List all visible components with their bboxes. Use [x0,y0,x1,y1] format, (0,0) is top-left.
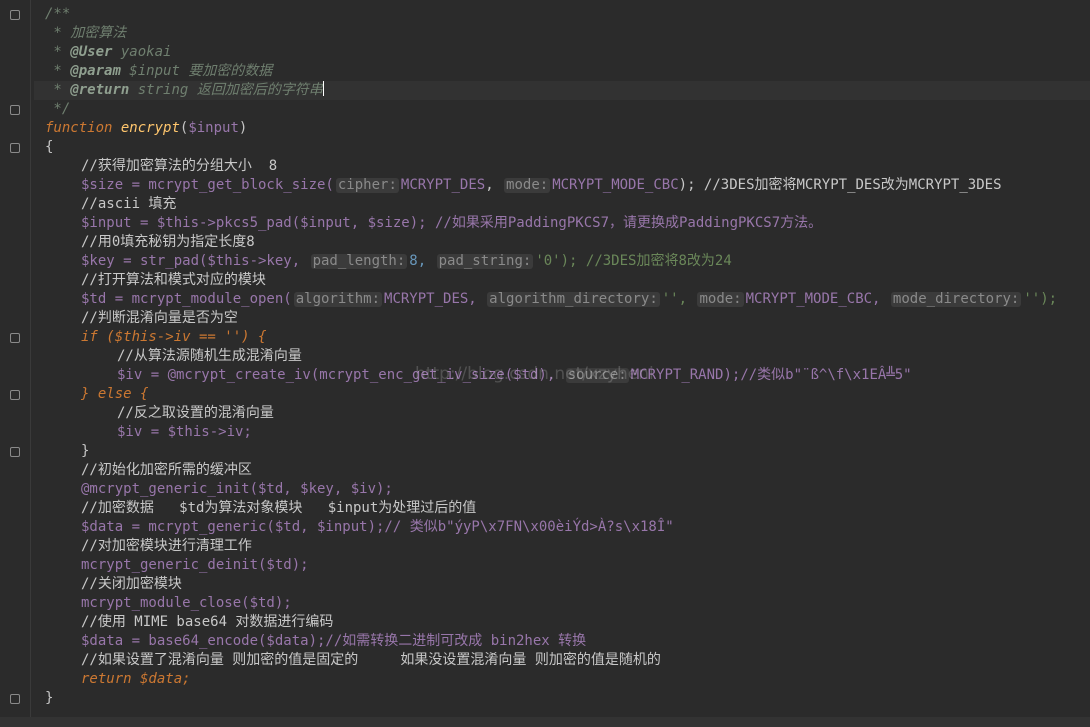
code-line: //反之取设置的混淆向量 [117,405,274,421]
code-line: $data = mcrypt_generic($td, $input);// 类… [81,519,674,535]
param-hint: mode_directory: [890,291,1022,307]
code-line: mcrypt_generic_deinit($td); [81,557,309,573]
code-line: * @param $input 要加密的数据 [45,63,273,79]
param-hint: pad_string: [436,253,534,269]
param-hint: source: [565,367,629,383]
code-line: //对加密模块进行清理工作 [81,538,252,554]
param-hint: algorithm: [293,291,383,307]
code-line: $iv = @mcrypt_create_iv(mcrypt_enc_get_i… [117,367,912,383]
fold-icon[interactable] [10,333,20,343]
code-line: { [45,139,54,155]
code-line: } else { [81,386,149,402]
code-line: * 加密算法 [45,25,127,41]
param-hint: pad_length: [310,253,408,269]
code-editor[interactable]: /** * 加密算法 * @User yaokai * @param $inpu… [34,5,1090,708]
code-line: //初始化加密所需的缓冲区 [81,462,252,478]
fold-icon[interactable] [10,694,20,704]
text-caret [322,81,324,96]
code-line: */ [45,101,71,117]
code-line: * @User yaokai [45,44,172,60]
param-hint: algorithm_directory: [487,291,660,307]
fold-icon[interactable] [10,105,20,115]
code-line: //获得加密算法的分组大小 8 [81,158,278,174]
code-line: } [45,690,54,706]
code-line: //用0填充秘钥为指定长度8 [81,234,255,250]
code-line: if ($this->iv == '') { [81,329,267,345]
code-line: $key = str_pad($this->key, pad_length: 8,… [81,253,732,269]
code-line: //判断混淆向量是否为空 [81,310,238,326]
param-hint: mode: [504,177,551,193]
horizontal-scrollbar[interactable] [0,717,1090,727]
code-line: //如果设置了混淆向量 则加密的值是固定的 如果没设置混淆向量 则加密的值是随机… [81,652,661,668]
param-hint: cipher: [335,177,399,193]
fold-icon[interactable] [10,447,20,457]
code-line: $td = mcrypt_module_open(algorithm: MCRYP… [81,291,1058,307]
code-line: //ascii 填充 [81,196,177,212]
code-line: //加密数据 $td为算法对象模块 $input为处理过后的值 [81,500,477,516]
fold-icon[interactable] [10,10,20,20]
code-line: /** [45,6,71,22]
code-line: mcrypt_module_close($td); [81,595,292,611]
code-line: @mcrypt_generic_init($td, $key, $iv); [81,481,393,497]
code-line: //从算法源随机生成混淆向量 [117,348,302,364]
param-hint: mode: [697,291,744,307]
code-line: //打开算法和模式对应的模块 [81,272,266,288]
code-line: $data = base64_encode($data);//如需转换二进制可改… [81,633,587,649]
current-line: * @return string 返回加密后的字符串 [34,81,1090,100]
code-line: $input = $this->pkcs5_pad($input, $size)… [81,215,823,231]
code-line: $iv = $this->iv; [117,424,252,440]
code-line: function encrypt($input) [45,120,248,136]
fold-icon[interactable] [10,390,20,400]
code-line: return $data; [81,671,191,687]
fold-icon[interactable] [10,143,20,153]
code-line: } [81,443,90,459]
editor-gutter [0,0,31,727]
code-line: //使用 MIME base64 对数据进行编码 [81,614,334,630]
code-line: $size = mcrypt_get_block_size(cipher: MCR… [81,177,1002,193]
code-line: //关闭加密模块 [81,576,182,592]
